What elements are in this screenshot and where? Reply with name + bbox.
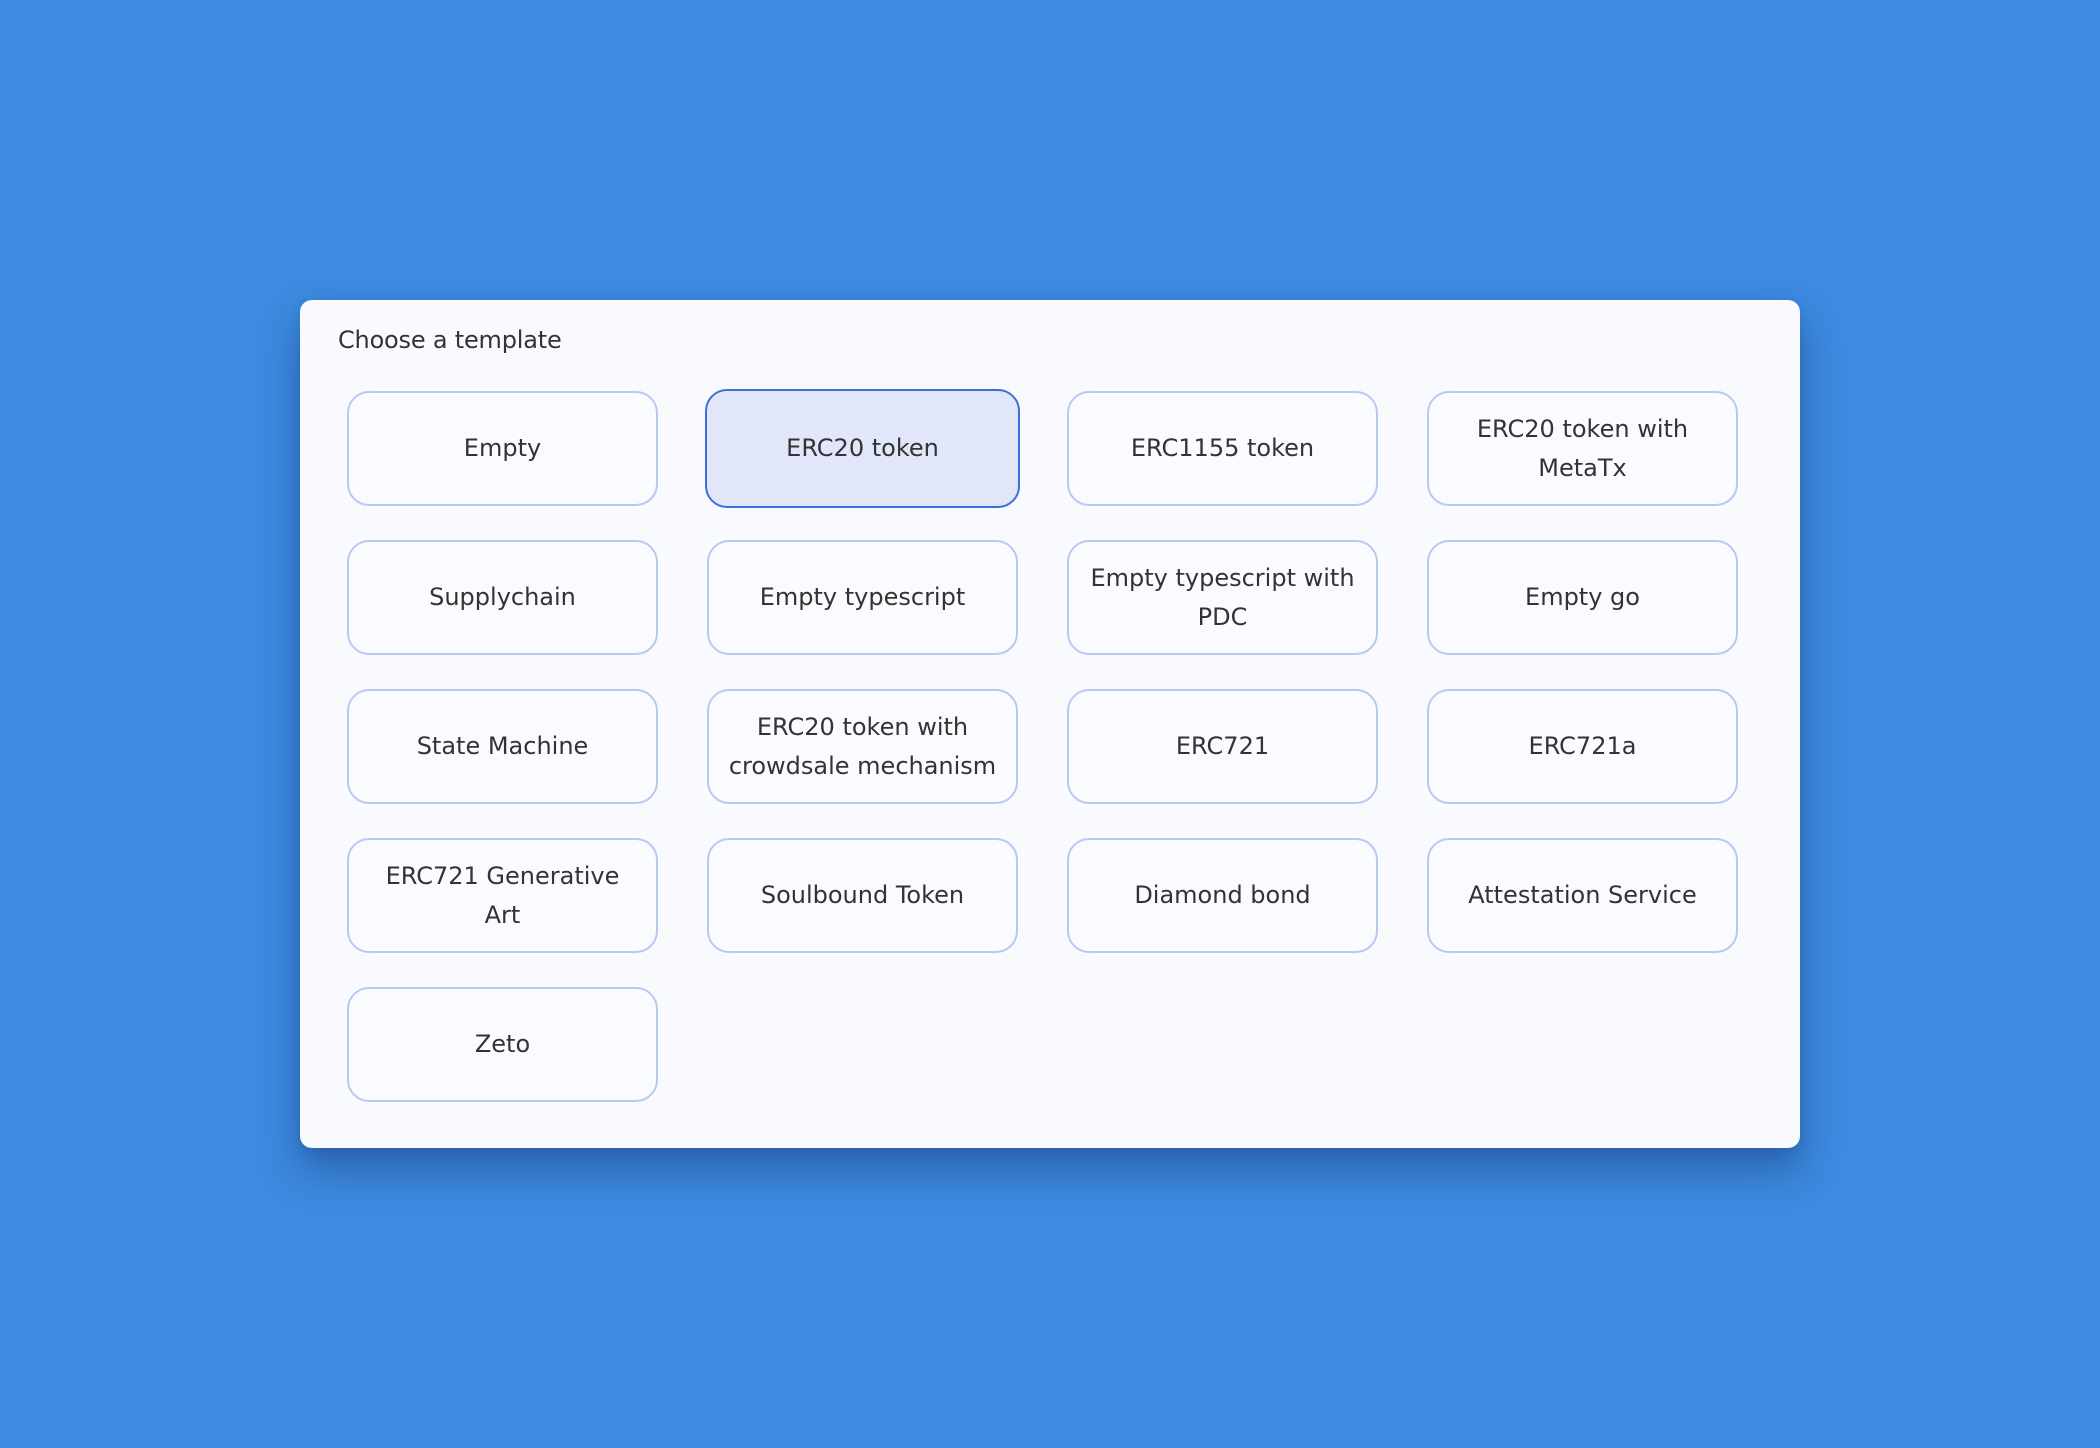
template-card-erc20-token[interactable]: ERC20 token	[705, 389, 1020, 508]
template-chooser-dialog: Choose a template Empty ERC20 token ERC1…	[300, 300, 1800, 1148]
dialog-title: Choose a template	[338, 326, 562, 354]
template-card-empty-typescript[interactable]: Empty typescript	[707, 540, 1018, 655]
template-card-erc1155-token[interactable]: ERC1155 token	[1067, 391, 1378, 506]
template-grid: Empty ERC20 token ERC1155 token ERC20 to…	[347, 389, 1738, 1102]
template-card-state-machine[interactable]: State Machine	[347, 689, 658, 804]
template-card-attestation-service[interactable]: Attestation Service	[1427, 838, 1738, 953]
template-card-supplychain[interactable]: Supplychain	[347, 540, 658, 655]
template-card-zeto[interactable]: Zeto	[347, 987, 658, 1102]
template-card-erc721a[interactable]: ERC721a	[1427, 689, 1738, 804]
template-card-erc20-crowdsale[interactable]: ERC20 token with crowdsale mechanism	[707, 689, 1018, 804]
template-card-soulbound-token[interactable]: Soulbound Token	[707, 838, 1018, 953]
template-card-empty-go[interactable]: Empty go	[1427, 540, 1738, 655]
template-card-empty-typescript-pdc[interactable]: Empty typescript with PDC	[1067, 540, 1378, 655]
template-card-erc20-metatx[interactable]: ERC20 token with MetaTx	[1427, 391, 1738, 506]
template-card-erc721-generative-art[interactable]: ERC721 Generative Art	[347, 838, 658, 953]
template-card-diamond-bond[interactable]: Diamond bond	[1067, 838, 1378, 953]
template-card-erc721[interactable]: ERC721	[1067, 689, 1378, 804]
template-card-empty[interactable]: Empty	[347, 391, 658, 506]
